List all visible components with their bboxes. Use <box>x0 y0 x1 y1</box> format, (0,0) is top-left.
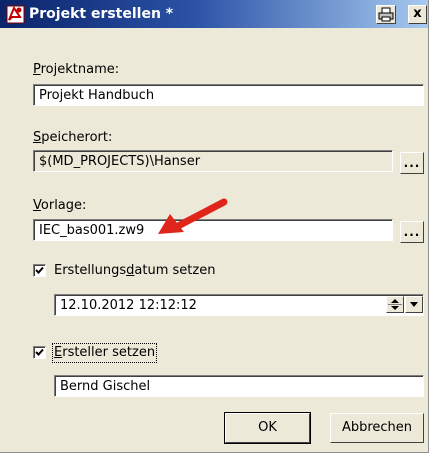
dialog-title: Projekt erstellen * <box>29 6 174 22</box>
creator-checkbox[interactable] <box>33 346 46 359</box>
app-icon <box>6 5 25 24</box>
checkmark-icon <box>35 266 44 274</box>
annotation-arrow-icon <box>158 198 228 234</box>
project-name-field[interactable]: Projekt Handbuch <box>33 84 424 106</box>
close-button[interactable]: x <box>408 5 427 24</box>
project-name-label: Projektname: <box>33 62 120 77</box>
spinner-arrows-icon <box>388 299 402 310</box>
creation-date-label: Erstellungsdatum setzen <box>54 263 216 278</box>
template-browse-button[interactable]: ... <box>400 221 424 243</box>
storage-browse-button[interactable]: ... <box>400 152 424 174</box>
creator-field[interactable]: Bernd Gischel <box>54 375 424 397</box>
project-create-dialog: Projekt erstellen * x Projektname: Proje… <box>0 0 429 453</box>
printer-icon <box>378 7 394 22</box>
storage-location-label: Speicherort: <box>33 130 113 145</box>
chevron-down-icon <box>410 302 418 307</box>
ok-button[interactable]: OK <box>224 412 311 444</box>
print-button[interactable] <box>376 5 396 24</box>
creation-date-field[interactable]: 12.10.2012 12:12:12 <box>54 294 424 316</box>
date-spinner[interactable] <box>386 296 404 313</box>
storage-location-field[interactable]: $(MD_PROJECTS)\Hanser <box>33 150 393 172</box>
title-bar: Projekt erstellen * x <box>0 0 428 28</box>
cancel-button[interactable]: Abbrechen <box>330 413 424 443</box>
checkmark-icon <box>35 348 44 356</box>
creation-date-checkbox[interactable] <box>33 264 46 277</box>
template-label: Vorlage: <box>33 198 87 213</box>
creator-label: Ersteller setzen <box>51 343 158 363</box>
date-dropdown-button[interactable] <box>405 296 423 313</box>
